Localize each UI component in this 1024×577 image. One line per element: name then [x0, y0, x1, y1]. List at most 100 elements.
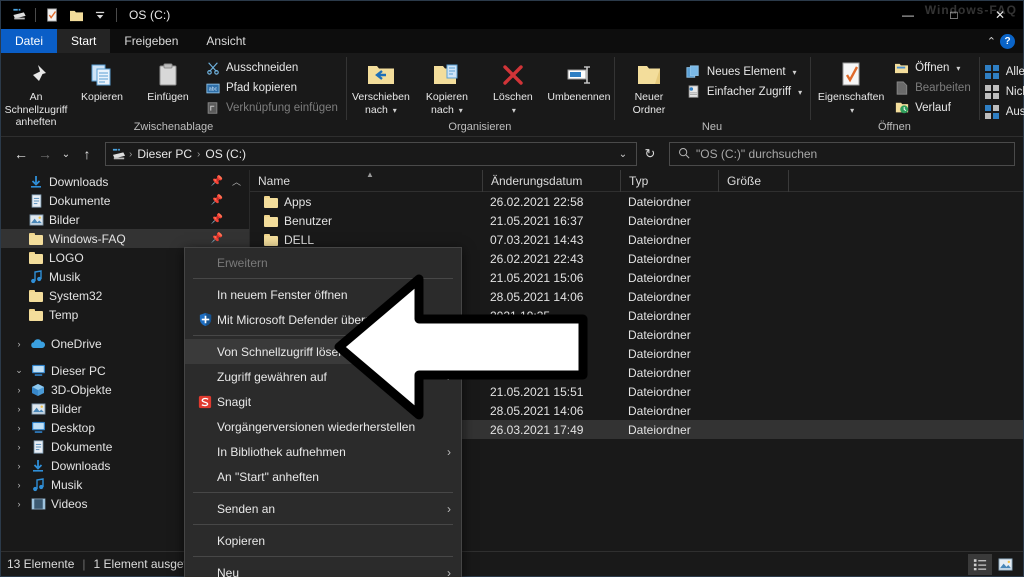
context-menu-item-pin-to-start[interactable]: An "Start" anheften [185, 464, 461, 489]
ribbon-select-all-button[interactable]: Alles auswählen [981, 62, 1024, 82]
tab-freigeben[interactable]: Freigeben [110, 29, 192, 53]
download-icon [27, 459, 49, 473]
file-date-cell: 21.05.2021 15:51 [490, 384, 584, 399]
details-view-icon[interactable] [968, 553, 992, 575]
forward-button[interactable]: → [33, 142, 57, 166]
breadcrumb-dieser-pc[interactable]: Dieser PC [133, 147, 196, 161]
tab-start[interactable]: Start [57, 29, 111, 53]
context-menu-item-snagit[interactable]: Snagit [185, 389, 461, 414]
chevron-up-icon[interactable]: ⌃ [987, 35, 996, 48]
customize-qat-caret-icon[interactable] [88, 4, 112, 26]
ribbon-move-to-button[interactable]: Verschieben nach ▾ [348, 56, 414, 119]
properties-icon [838, 59, 864, 91]
ribbon-new-item-button[interactable]: Neues Element ▾ [682, 62, 808, 82]
ribbon-group-title-organize: Organisieren [448, 121, 512, 133]
context-menu-item-restore-previous-versions[interactable]: Vorgängerversionen wiederherstellen [185, 414, 461, 439]
context-menu-item-send-to[interactable]: Senden an › [185, 496, 461, 521]
pin-icon[interactable]: 📌 [211, 195, 223, 206]
ribbon-invert-selection-button[interactable]: Auswahl umkehren [981, 102, 1024, 122]
column-header-date[interactable]: Änderungsdatum [482, 169, 620, 192]
scroll-up-arrow[interactable]: ︿ [232, 175, 241, 188]
large-icons-view-icon[interactable] [993, 554, 1017, 575]
ribbon-copy-to-button[interactable]: Kopieren nach ▾ [414, 56, 480, 119]
ribbon-delete-label: Löschen ▾ [493, 91, 533, 115]
chevron-down-icon[interactable]: ⌄ [11, 365, 27, 376]
ribbon-open-button[interactable]: Öffnen ▾ [890, 58, 977, 78]
new-item-icon [685, 64, 702, 80]
context-menu-separator-3 [193, 492, 453, 493]
search-box[interactable]: "OS (C:)" durchsuchen [669, 142, 1015, 166]
chevron-down-icon: ▾ [792, 67, 797, 77]
file-date-cell: 28.05.2021 14:06 [490, 403, 584, 418]
file-type-cell: Dateiordner [628, 403, 691, 418]
chevron-right-icon[interactable]: › [11, 339, 27, 349]
ribbon-rename-label: Umbenennen [547, 91, 611, 103]
context-menu-item-copy[interactable]: Kopieren [185, 528, 461, 553]
pin-icon[interactable]: 📌 [211, 233, 223, 244]
context-menu-item-erweitern[interactable]: Erweitern [185, 250, 461, 275]
ribbon-copy-path-button[interactable]: abc Pfad kopieren [201, 78, 344, 98]
file-type-cell: Dateiordner [628, 213, 691, 228]
file-type-cell: Dateiordner [628, 384, 691, 399]
new-folder-icon[interactable] [64, 4, 88, 26]
address-breadcrumb-bar[interactable]: › Dieser PC › OS (C:) ⌄ [105, 142, 637, 166]
context-menu-item-include-in-library[interactable]: In Bibliothek aufnehmen › [185, 439, 461, 464]
chevron-right-icon[interactable]: › [11, 480, 27, 490]
ribbon-properties-button[interactable]: Eigenschaften ▾ [812, 56, 890, 119]
close-button[interactable]: ✕ [977, 1, 1023, 29]
table-row[interactable]: Apps 26.02.2021 22:58 Dateiordner [250, 192, 1023, 211]
ribbon-new-folder-button[interactable]: Neuer Ordner [616, 56, 682, 119]
ribbon-paste-button[interactable]: Einfügen [135, 56, 201, 106]
ribbon-delete-button[interactable]: Löschen ▾ [480, 56, 546, 119]
context-menu-item-new[interactable]: Neu › [185, 560, 461, 577]
context-menu-item-defender-scan[interactable]: Mit Microsoft Defender überprüfen... [185, 307, 461, 332]
column-header-type[interactable]: Typ [620, 169, 718, 192]
context-menu-label: Snagit [217, 394, 252, 409]
pictures-icon [25, 213, 47, 226]
desktop-icon [27, 421, 49, 434]
nav-item-dokumente-qa[interactable]: Dokumente 📌 [1, 191, 249, 210]
up-button[interactable]: ↑ [75, 142, 99, 166]
context-menu-label: Erweitern [217, 255, 268, 270]
table-row[interactable]: Benutzer 21.05.2021 16:37 Dateiordner [250, 211, 1023, 230]
nav-item-windows-faq[interactable]: Windows-FAQ 📌 [1, 229, 249, 248]
chevron-right-icon[interactable]: › [11, 423, 27, 433]
refresh-button[interactable]: ↻ [637, 142, 663, 166]
nav-item-downloads-qa[interactable]: Downloads 📌 ︿ [1, 172, 249, 191]
minimize-button[interactable]: — [885, 1, 931, 29]
help-icon[interactable]: ? [1000, 33, 1015, 49]
ribbon-rename-button[interactable]: Umbenennen [546, 56, 612, 106]
recent-locations-button[interactable]: ⌄ [57, 142, 75, 166]
context-menu-item-unpin-quick-access[interactable]: Von Schnellzugriff lösen [185, 339, 461, 364]
ribbon-paste-shortcut-button[interactable]: Verknüpfung einfügen [201, 98, 344, 118]
chevron-right-icon[interactable]: › [11, 442, 27, 452]
column-header-name[interactable]: Name ▲ [250, 170, 482, 192]
tab-ansicht[interactable]: Ansicht [192, 29, 259, 53]
ribbon-select-none-button[interactable]: Nichts auswählen [981, 82, 1024, 102]
breadcrumb-os-c[interactable]: OS (C:) [201, 147, 250, 161]
column-header-size[interactable]: Größe [718, 169, 788, 192]
context-menu-item-grant-access[interactable]: Zugriff gewähren auf › [185, 364, 461, 389]
ribbon-cut-button[interactable]: Ausschneiden [201, 58, 344, 78]
nav-item-bilder-qa[interactable]: Bilder 📌 [1, 210, 249, 229]
pin-icon[interactable]: 📌 [211, 176, 223, 187]
chevron-right-icon[interactable]: › [11, 385, 27, 395]
chevron-right-icon[interactable]: › [11, 404, 27, 414]
tab-datei[interactable]: Datei [1, 29, 58, 53]
address-dropdown-icon[interactable]: ⌄ [612, 149, 634, 160]
explorer-icon[interactable] [7, 4, 31, 26]
chevron-right-icon[interactable]: › [11, 499, 27, 509]
ribbon-edit-button[interactable]: Bearbeiten [890, 78, 977, 98]
file-date-cell: 2021 19:35 [490, 308, 551, 323]
properties-icon[interactable] [40, 4, 64, 26]
ribbon-easy-access-button[interactable]: Einfacher Zugriff ▾ [682, 82, 808, 102]
ribbon-copy-button[interactable]: Kopieren [69, 56, 135, 106]
back-button[interactable]: ← [9, 142, 33, 166]
window-title: OS (C:) [129, 8, 171, 22]
maximize-button[interactable]: □ [931, 1, 977, 29]
pin-icon[interactable]: 📌 [211, 214, 223, 225]
ribbon-group-title-open: Öffnen [877, 121, 911, 133]
ribbon-history-button[interactable]: Verlauf [890, 98, 977, 118]
context-menu-item-open-new-window[interactable]: In neuem Fenster öffnen [185, 282, 461, 307]
chevron-right-icon[interactable]: › [11, 461, 27, 471]
